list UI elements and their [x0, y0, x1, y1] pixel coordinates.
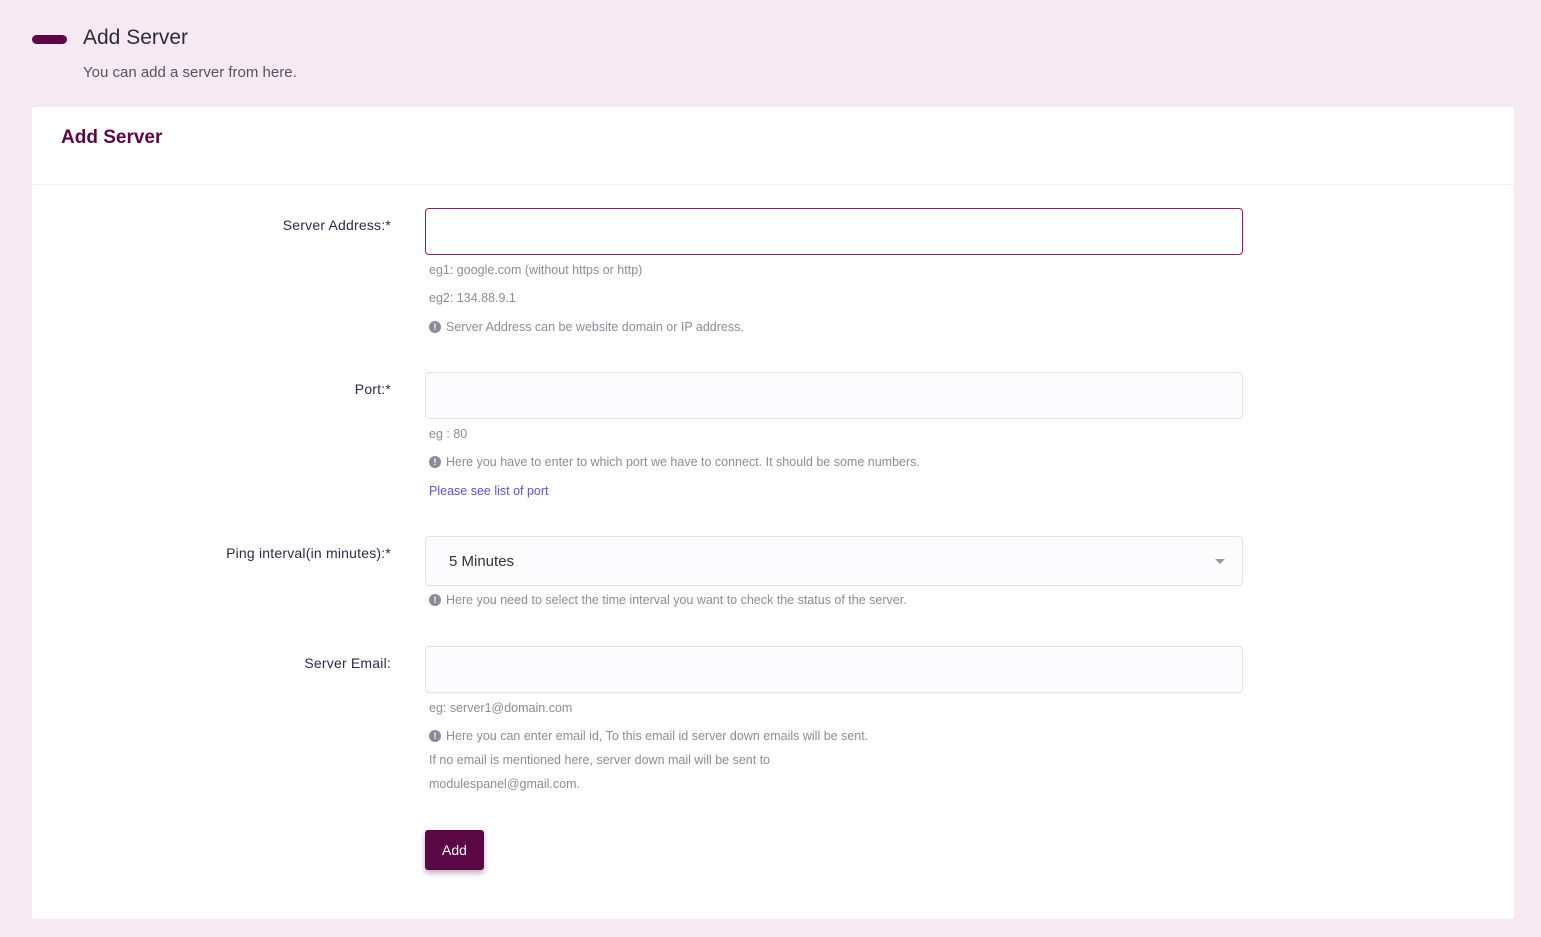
card-header: Add Server	[32, 107, 1514, 185]
server-address-hint-1: eg1: google.com (without https or http)	[429, 263, 643, 277]
server-email-note-1: If no email is mentioned here, server do…	[429, 753, 771, 767]
ping-interval-info: ! Here you need to select the time inter…	[429, 593, 907, 607]
server-email-note-2: modulespanel@gmail.com.	[429, 777, 580, 791]
info-circle-icon: !	[429, 456, 441, 468]
server-address-input[interactable]	[425, 208, 1243, 255]
add-server-card: Add Server Server Address:* eg1: google.…	[32, 107, 1514, 919]
server-address-hint-2: eg2: 134.88.9.1	[429, 291, 516, 305]
port-input[interactable]	[425, 372, 1243, 419]
server-email-info: ! Here you can enter email id, To this e…	[429, 729, 868, 743]
info-circle-icon: !	[429, 730, 441, 742]
chevron-down-icon	[1215, 559, 1225, 564]
port-info: ! Here you have to enter to which port w…	[429, 455, 920, 469]
port-info-text: Here you have to enter to which port we …	[446, 455, 920, 469]
info-circle-icon: !	[429, 594, 441, 606]
ping-interval-select[interactable]: 5 Minutes	[425, 536, 1243, 586]
server-address-info: ! Server Address can be website domain o…	[429, 320, 744, 334]
server-email-input[interactable]	[425, 646, 1243, 693]
page-title: Add Server	[83, 26, 189, 49]
ping-interval-info-text: Here you need to select the time interva…	[446, 593, 907, 607]
port-label: Port:*	[354, 381, 391, 397]
ping-interval-label: Ping interval(in minutes):*	[226, 545, 391, 561]
server-email-label: Server Email:	[304, 655, 391, 671]
server-address-info-text: Server Address can be website domain or …	[446, 320, 744, 334]
server-address-label: Server Address:*	[282, 217, 391, 233]
server-email-hint: eg: server1@domain.com	[429, 701, 573, 715]
header-accent-bar	[32, 35, 67, 44]
port-hint: eg : 80	[429, 427, 468, 441]
server-email-info-text: Here you can enter email id, To this ema…	[446, 729, 869, 743]
add-button[interactable]: Add	[425, 830, 484, 870]
page-subtitle: You can add a server from here.	[83, 64, 297, 81]
card-title: Add Server	[61, 127, 163, 148]
ping-interval-selected: 5 Minutes	[449, 552, 515, 570]
port-list-link[interactable]: Please see list of port	[429, 484, 549, 498]
info-circle-icon: !	[429, 321, 441, 333]
